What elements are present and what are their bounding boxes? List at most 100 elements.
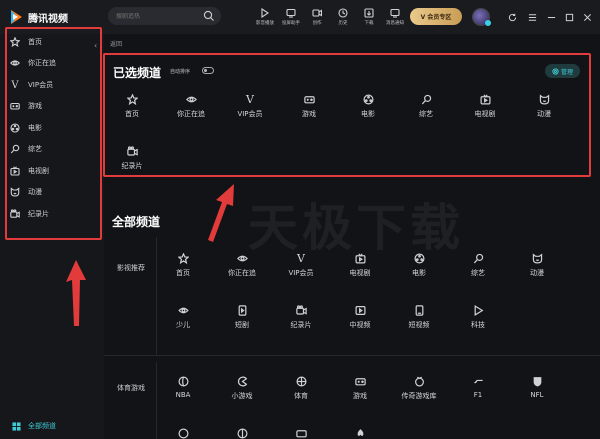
menu-icon[interactable] bbox=[525, 10, 539, 24]
film-reel-icon bbox=[362, 93, 374, 105]
tool-download[interactable]: 下载 bbox=[356, 4, 382, 30]
all-channels-link[interactable]: 全部频道 bbox=[12, 421, 56, 431]
all-channel-movies[interactable]: 电影 bbox=[394, 252, 444, 278]
cat-face-icon bbox=[10, 187, 20, 197]
back-link[interactable]: 返回 bbox=[110, 39, 122, 48]
selected-channel-variety[interactable]: 综艺 bbox=[401, 93, 451, 119]
selected-channel-home[interactable]: 首页 bbox=[107, 93, 157, 119]
search-box[interactable] bbox=[108, 7, 221, 25]
close-icon[interactable] bbox=[580, 10, 594, 24]
all-channel-nfl[interactable]: NFL bbox=[512, 375, 562, 399]
sidebar-item-label: 电影 bbox=[28, 124, 42, 132]
refresh-icon[interactable] bbox=[505, 10, 519, 24]
star-icon bbox=[10, 37, 20, 47]
all-channel-f1[interactable]: F1 bbox=[453, 375, 503, 399]
tool-cast[interactable]: 投屏助手 bbox=[278, 4, 304, 30]
category-label-film: 影视推荐 bbox=[117, 264, 145, 272]
sidebar-item-label: VIP会员 bbox=[28, 81, 54, 89]
all-channel-nba[interactable]: NBA bbox=[158, 375, 208, 399]
channel-label: 少儿 bbox=[176, 321, 190, 329]
sidebar-item-label: 纪录片 bbox=[28, 210, 49, 218]
tool-label: 消息通知 bbox=[386, 21, 404, 26]
all-channel-mid-video[interactable]: 中视频 bbox=[335, 304, 385, 330]
all-channel-tv[interactable]: 电视剧 bbox=[335, 252, 385, 278]
short-play-icon bbox=[236, 304, 248, 316]
chevron-left-icon[interactable]: ‹ bbox=[94, 41, 97, 50]
selected-channel-games[interactable]: 游戏 bbox=[284, 93, 334, 119]
channel-label: 你正在追 bbox=[228, 269, 256, 277]
sidebar-item-vip[interactable]: V VIP会员 bbox=[10, 78, 53, 92]
sidebar-item-variety[interactable]: 综艺 bbox=[10, 142, 42, 156]
sidebar-item-tv[interactable]: 电视剧 bbox=[10, 164, 49, 178]
manage-label: 管理 bbox=[560, 68, 573, 76]
all-channel-vip[interactable]: V VIP会员 bbox=[276, 252, 326, 278]
all-channel-variety[interactable]: 综艺 bbox=[453, 252, 503, 278]
selected-channel-anime[interactable]: 动漫 bbox=[519, 93, 569, 119]
channel-label: 短剧 bbox=[235, 321, 249, 329]
all-channel-sports[interactable]: 体育 bbox=[276, 375, 326, 401]
pacman-icon bbox=[236, 375, 248, 387]
all-channel-tech[interactable]: 科技 bbox=[453, 304, 503, 330]
all-channel-anime[interactable]: 动漫 bbox=[512, 252, 562, 278]
sidebar-item-anime[interactable]: 动漫 bbox=[10, 185, 42, 199]
sidebar-item-movies[interactable]: 电影 bbox=[10, 121, 42, 135]
tencent-video-logo-icon bbox=[8, 9, 24, 25]
avatar[interactable] bbox=[472, 8, 491, 26]
tool-label: 创作 bbox=[312, 21, 322, 26]
cat-face-icon bbox=[531, 252, 543, 264]
search-icon[interactable] bbox=[203, 10, 215, 24]
channel-label: 综艺 bbox=[419, 110, 433, 118]
camera-icon bbox=[295, 304, 307, 316]
sidebar-item-documentary[interactable]: 纪录片 bbox=[10, 207, 49, 221]
tool-player[interactable]: 影音播放 bbox=[252, 4, 278, 30]
all-channel-mini-games[interactable]: 小游戏 bbox=[217, 375, 267, 401]
divider bbox=[104, 355, 600, 356]
all-channel-games[interactable]: 游戏 bbox=[335, 375, 385, 401]
sports-ball-icon bbox=[295, 375, 307, 387]
selected-channel-following[interactable]: 你正在追 bbox=[166, 93, 216, 119]
cat-face-icon bbox=[538, 93, 550, 105]
vip-zone-button[interactable]: V 会员专区 bbox=[410, 8, 462, 25]
channel-label: 首页 bbox=[176, 269, 190, 277]
all-channel-following[interactable]: 你正在追 bbox=[217, 252, 267, 278]
legend-icon bbox=[413, 375, 425, 387]
channel-label: 综艺 bbox=[471, 269, 485, 277]
selected-channel-documentary[interactable]: 纪录片 bbox=[107, 145, 157, 171]
all-channel-partial[interactable] bbox=[335, 427, 385, 439]
all-channel-documentary[interactable]: 纪录片 bbox=[276, 304, 326, 330]
all-channel-home[interactable]: 首页 bbox=[158, 252, 208, 278]
selected-channel-tv[interactable]: 电视剧 bbox=[460, 93, 510, 119]
all-channel-legend-games[interactable]: 传奇游戏库 bbox=[394, 375, 444, 401]
selected-channel-vip[interactable]: V VIP会员 bbox=[225, 93, 275, 119]
all-channel-partial[interactable] bbox=[158, 427, 208, 439]
all-channel-short-drama[interactable]: 短剧 bbox=[217, 304, 267, 330]
maximize-icon[interactable] bbox=[562, 10, 576, 24]
sidebar-item-games[interactable]: 游戏 bbox=[10, 99, 42, 113]
f1-icon bbox=[472, 375, 484, 387]
all-channel-short-video[interactable]: 短视频 bbox=[394, 304, 444, 330]
search-input[interactable] bbox=[116, 12, 196, 20]
category-label-sports: 体育游戏 bbox=[117, 384, 145, 392]
download-icon bbox=[364, 8, 374, 18]
all-channel-partial[interactable] bbox=[217, 427, 267, 439]
sidebar-item-following[interactable]: 你正在追 bbox=[10, 56, 56, 70]
vip-v-icon: V bbox=[11, 79, 19, 91]
manage-button[interactable]: 管理 bbox=[545, 64, 580, 78]
all-channel-kids[interactable]: 少儿 bbox=[158, 304, 208, 330]
tv-icon bbox=[354, 252, 366, 264]
tool-create[interactable]: 创作 bbox=[304, 4, 330, 30]
channel-label: 纪录片 bbox=[121, 162, 143, 170]
selected-channel-movies[interactable]: 电影 bbox=[343, 93, 393, 119]
minimize-icon[interactable] bbox=[544, 10, 558, 24]
app-logo[interactable]: 腾讯视频 bbox=[8, 9, 104, 25]
all-channel-partial[interactable] bbox=[276, 427, 326, 439]
history-icon bbox=[338, 8, 348, 18]
auto-sort-toggle[interactable] bbox=[202, 67, 214, 74]
tool-history[interactable]: 历史 bbox=[330, 4, 356, 30]
sidebar-item-home[interactable]: 首页 bbox=[10, 35, 42, 49]
vip-v-icon: V bbox=[246, 92, 254, 106]
tool-label: 投屏助手 bbox=[282, 21, 300, 26]
app-name: 腾讯视频 bbox=[28, 13, 68, 25]
channel-label: 传奇游戏库 bbox=[401, 392, 437, 400]
tool-message[interactable]: 消息通知 bbox=[382, 4, 408, 30]
